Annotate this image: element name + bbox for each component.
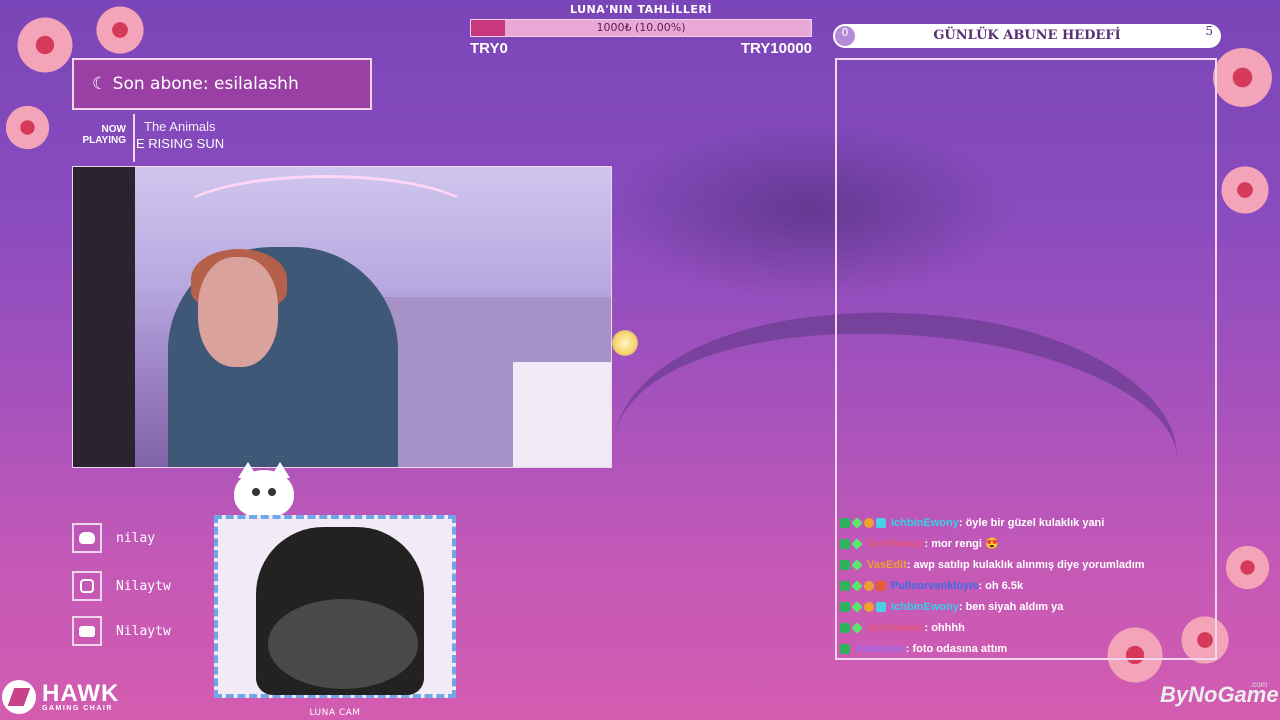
luna-cam-label: LUNA CAM <box>309 708 361 718</box>
cherry-blossom-decoration <box>1215 160 1275 220</box>
chat-username[interactable]: IchbinEwony <box>891 601 959 613</box>
now-playing-title: E RISING SUN <box>136 136 225 151</box>
goal-start-amount: TRY0 <box>470 40 508 57</box>
cherry-blossom-decoration <box>0 100 55 155</box>
chat-badge-icon <box>840 622 850 633</box>
chat-message: VasEdit: awp satılıp kulaklık alınmış di… <box>840 554 1220 575</box>
bynogame-logo-com: .com <box>1250 680 1268 689</box>
chat-message: IchbinEwony: öyle bir güzel kulaklık yan… <box>840 512 1220 533</box>
chat-message-text: : ohhhh <box>924 621 965 634</box>
social-discord: nilay <box>72 522 222 554</box>
webcam-drawer <box>513 362 611 467</box>
cherry-blossom-decoration <box>10 10 80 80</box>
chat-badge-icon <box>851 600 863 613</box>
cat-mascot-icon <box>234 462 294 518</box>
cat-sleeping <box>268 599 418 689</box>
chat-badge-icon <box>851 621 863 634</box>
chat-username[interactable]: farsthewac <box>867 622 924 634</box>
chat-badge-icon <box>876 580 886 591</box>
chat-badge-icon <box>864 601 874 612</box>
chat-message-text: : öyle bir güzel kulaklık yani <box>958 516 1105 529</box>
chat-badge-icon <box>876 601 886 612</box>
hawk-logo-text: HAWK <box>42 679 120 707</box>
chat-badge-icon <box>851 516 863 529</box>
goal-end-amount: TRY10000 <box>740 40 812 57</box>
moon-icon: ☾ <box>92 74 108 94</box>
webcam-feed <box>72 166 612 468</box>
chat-message: farsthewac: ohhhh <box>840 617 1220 638</box>
chat-badge-icon <box>840 601 850 612</box>
sub-goal-target: 5 <box>1205 24 1213 38</box>
social-instagram: Nilaytw <box>72 570 222 602</box>
donation-goal: LUNA'NIN TAHLİLLERİ 1000₺ (10.00%) TRY0 … <box>470 0 812 60</box>
now-playing-label-line2: PLAYING <box>82 135 126 146</box>
chat-message-text: : foto odasına attım <box>905 642 1008 655</box>
chat-username[interactable]: Pullsorvenkloyis <box>891 580 978 592</box>
sub-goal-label: GÜNLÜK ABUNE HEDEFİ <box>933 28 1121 43</box>
chat-badge-icon <box>840 559 850 570</box>
social-handle: Nilaytw <box>116 578 171 594</box>
now-playing-artist: The Animals <box>144 119 216 134</box>
social-handle: nilay <box>116 530 156 546</box>
webcam-neon-light <box>173 175 479 261</box>
chat-username[interactable]: farsthewac <box>867 538 924 550</box>
goal-title: LUNA'NIN TAHLİLLERİ <box>569 3 713 16</box>
chat-badge-icon <box>840 643 850 654</box>
cherry-blossom-decoration <box>90 0 150 60</box>
chat-badge-icon <box>840 580 850 591</box>
now-playing-label-line1: NOW <box>101 124 126 135</box>
now-playing-label: NOW PLAYING <box>74 124 126 146</box>
chat-badge-icon <box>840 517 850 528</box>
chat-message: Valianoys: foto odasına attım <box>840 638 1220 659</box>
chat-badge-icon <box>876 517 886 528</box>
hawk-logo-subtext: GAMING CHAIR <box>42 704 113 712</box>
hawk-feather-icon <box>2 680 36 714</box>
chat-badge-icon <box>851 537 863 550</box>
instagram-icon <box>72 571 102 601</box>
chat-message: IchbinEwony: ben siyah aldım ya <box>840 596 1220 617</box>
discord-icon <box>72 523 102 553</box>
youtube-icon <box>72 616 102 646</box>
chat-message: Pullsorvenkloyis: oh 6.5k <box>840 575 1220 596</box>
webcam-streamer-face <box>198 257 278 367</box>
daily-sub-goal: 0 GÜNLÜK ABUNE HEDEFİ 5 <box>833 24 1221 48</box>
now-playing-divider <box>133 114 135 162</box>
chat-username[interactable]: VasEdit <box>867 559 907 571</box>
goal-progress-bar: 1000₺ (10.00%) <box>470 19 812 37</box>
last-subscriber-text: Son abone: esilalashh <box>112 74 299 94</box>
chat-message-text: : oh 6.5k <box>978 579 1024 592</box>
chat-badge-icon <box>864 580 874 591</box>
chat-message-text: : ben siyah aldım ya <box>958 600 1064 613</box>
social-handle: Nilaytw <box>116 623 171 639</box>
chat-message-text: : awp satılıp kulaklık alınmış diye yoru… <box>906 558 1145 571</box>
chat-message: farsthewac: mor rengi 😍 <box>840 533 1220 554</box>
cherry-blossom-decoration <box>1220 540 1275 595</box>
goal-progress-text: 1000₺ (10.00%) <box>596 21 686 34</box>
webcam-shelf <box>73 167 135 467</box>
chat-list: IchbinEwony: öyle bir güzel kulaklık yan… <box>840 512 1220 659</box>
luna-cam-feed <box>214 515 456 698</box>
chat-badge-icon <box>840 538 850 549</box>
chat-badge-icon <box>851 579 863 592</box>
lamp-light <box>612 330 638 356</box>
chat-badge-icon <box>864 517 874 528</box>
last-subscriber-panel: ☾ Son abone: esilalashh <box>72 58 372 110</box>
chat-username[interactable]: Valianoys <box>855 643 906 655</box>
social-youtube: Nilaytw <box>72 615 222 647</box>
chat-message-text: : mor rengi 😍 <box>924 538 999 550</box>
chat-username[interactable]: IchbinEwony <box>891 517 959 529</box>
hawk-logo: HAWK GAMING CHAIR <box>2 680 119 714</box>
chat-badge-icon <box>851 558 863 571</box>
